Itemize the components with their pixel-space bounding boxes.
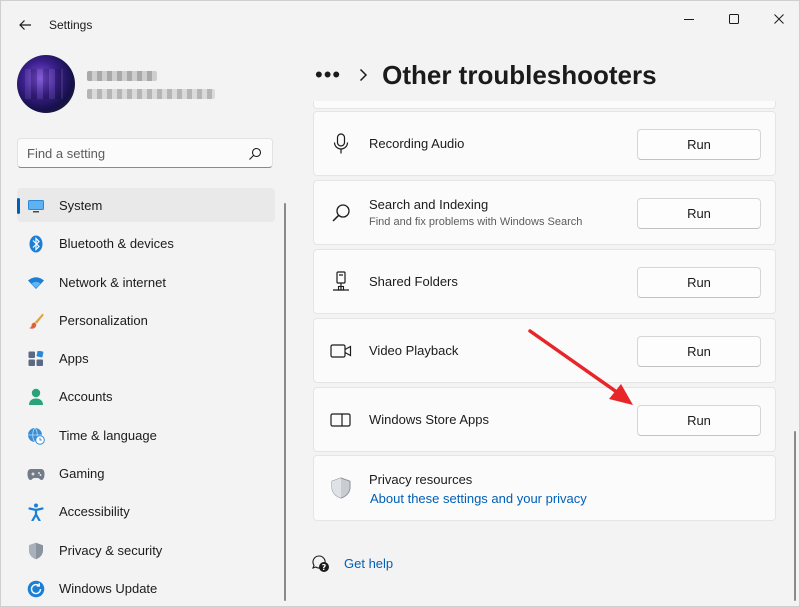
gamepad-icon xyxy=(27,465,45,483)
video-camera-icon xyxy=(330,340,352,362)
privacy-resources-card: Privacy resources About these settings a… xyxy=(313,455,776,521)
sidebar-item-system[interactable]: System xyxy=(17,188,275,222)
page-title: Other troubleshooters xyxy=(382,59,657,90)
monitor-icon xyxy=(27,197,45,215)
bluetooth-icon xyxy=(27,235,45,253)
sidebar-item-windows-update[interactable]: Windows Update xyxy=(17,571,275,605)
back-button[interactable] xyxy=(11,11,39,39)
close-icon xyxy=(774,14,784,24)
apps-icon xyxy=(27,350,45,368)
store-app-icon xyxy=(330,409,352,431)
sidebar-item-accounts[interactable]: Accounts xyxy=(17,379,275,413)
sidebar-item-bluetooth[interactable]: Bluetooth & devices xyxy=(17,226,275,260)
svg-text:?: ? xyxy=(322,563,327,572)
settings-window: Settings System Bluet xyxy=(0,0,800,607)
sidebar-nav: System Bluetooth & devices Network & int… xyxy=(17,188,275,607)
maximize-icon xyxy=(729,14,739,24)
sidebar-item-label: Privacy & security xyxy=(59,542,163,558)
title-bar: Settings xyxy=(1,1,800,45)
run-button-recording-audio[interactable]: Run xyxy=(637,129,761,160)
back-arrow-icon xyxy=(19,20,31,30)
troubleshooter-card-search-indexing: Search and Indexing Find and fix problem… xyxy=(313,180,776,245)
sidebar-item-privacy[interactable]: Privacy & security xyxy=(17,533,275,567)
sidebar-item-apps[interactable]: Apps xyxy=(17,341,275,375)
sidebar-item-label: Apps xyxy=(59,351,89,367)
troubleshooter-title: Windows Store Apps xyxy=(369,412,489,427)
minimize-icon xyxy=(684,19,694,20)
update-icon xyxy=(27,580,45,598)
run-button-shared-folders[interactable]: Run xyxy=(637,267,761,298)
sidebar-item-label: Bluetooth & devices xyxy=(59,236,174,252)
help-icon: ? xyxy=(312,555,329,572)
sidebar-scrollbar[interactable] xyxy=(284,203,286,601)
sidebar-item-label: Accounts xyxy=(59,389,113,405)
troubleshooter-card-recording-audio: Recording Audio Run xyxy=(313,111,776,176)
get-help-label: Get help xyxy=(344,556,394,571)
wifi-icon xyxy=(27,274,45,292)
accessibility-icon xyxy=(27,503,45,522)
maximize-button[interactable] xyxy=(711,5,757,33)
privacy-link[interactable]: About these settings and your privacy xyxy=(370,491,587,506)
sidebar-item-personalization[interactable]: Personalization xyxy=(17,303,275,337)
sidebar-item-label: Gaming xyxy=(59,466,105,482)
run-button-video-playback[interactable]: Run xyxy=(637,336,761,367)
sidebar-item-label: Network & internet xyxy=(59,274,166,290)
sidebar-item-time-language[interactable]: Time & language xyxy=(17,418,275,452)
troubleshooter-description: Find and fix problems with Windows Searc… xyxy=(369,216,583,228)
window-title: Settings xyxy=(49,18,93,32)
sidebar-item-label: Time & language xyxy=(59,427,157,443)
sidebar-item-network[interactable]: Network & internet xyxy=(17,265,275,299)
run-button-search-indexing[interactable]: Run xyxy=(637,198,761,229)
sidebar-item-label: System xyxy=(59,198,103,213)
minimize-button[interactable] xyxy=(666,5,712,33)
globe-clock-icon xyxy=(27,427,45,445)
search-icon xyxy=(330,202,352,224)
user-profile[interactable] xyxy=(17,55,277,117)
troubleshooter-card-shared-folders: Shared Folders Run xyxy=(313,249,776,314)
network-drive-icon xyxy=(330,271,352,293)
troubleshooter-title: Video Playback xyxy=(369,343,459,358)
run-button-windows-store-apps[interactable]: Run xyxy=(637,405,761,436)
search-box[interactable] xyxy=(17,138,273,168)
troubleshooter-title: Recording Audio xyxy=(369,136,465,151)
search-input[interactable] xyxy=(27,145,237,161)
user-name-redacted xyxy=(87,71,157,81)
troubleshooter-title: Shared Folders xyxy=(369,274,458,289)
sidebar-item-gaming[interactable]: Gaming xyxy=(17,456,275,490)
breadcrumb-overflow-button[interactable]: ••• xyxy=(315,64,341,86)
avatar xyxy=(17,55,75,113)
user-email-redacted xyxy=(87,89,215,99)
sidebar-item-label: Accessibility xyxy=(59,504,130,520)
sidebar-item-label: Windows Update xyxy=(59,580,158,596)
annotation-arrow xyxy=(528,329,633,405)
main-scrollbar[interactable] xyxy=(794,431,796,601)
breadcrumb: ••• Other troubleshooters xyxy=(315,57,657,93)
troubleshooter-title: Search and Indexing xyxy=(369,197,489,212)
shield-icon xyxy=(27,542,45,560)
person-icon xyxy=(27,388,45,406)
sidebar-item-accessibility[interactable]: Accessibility xyxy=(17,494,275,528)
shield-icon xyxy=(330,477,352,499)
previous-card-edge xyxy=(313,101,776,109)
close-button[interactable] xyxy=(756,5,800,33)
search-icon xyxy=(249,147,262,160)
chevron-right-icon xyxy=(360,68,368,82)
brush-icon xyxy=(27,312,45,330)
privacy-title: Privacy resources xyxy=(369,472,473,487)
sidebar-item-label: Personalization xyxy=(59,312,148,328)
microphone-icon xyxy=(330,133,352,155)
